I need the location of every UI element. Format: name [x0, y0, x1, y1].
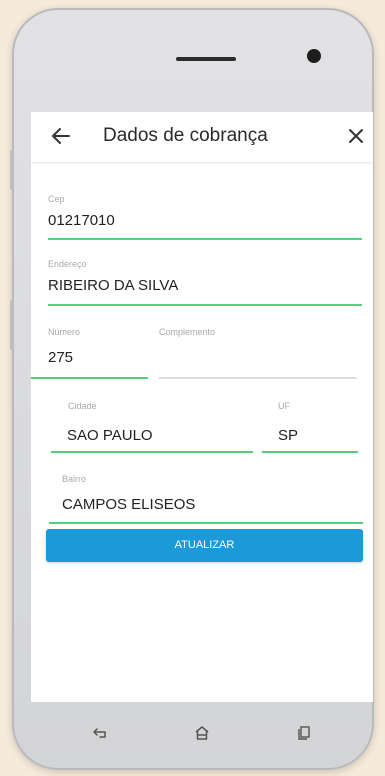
- app-bar: Dados de cobrança: [31, 112, 373, 163]
- bairro-field[interactable]: Bairro CAMPOS ELISEOS: [49, 474, 363, 524]
- phone-speaker: [176, 57, 236, 61]
- endereco-underline: [48, 304, 362, 306]
- arrow-left-icon[interactable]: [50, 125, 72, 147]
- bairro-underline: [49, 522, 363, 524]
- endereco-field[interactable]: Endereço RIBEIRO DA SILVA: [48, 259, 362, 306]
- cidade-label: Cidade: [68, 401, 97, 411]
- numero-label: Número: [48, 327, 81, 337]
- cidade-field[interactable]: Cidade SAO PAULO: [51, 401, 253, 453]
- side-button-upper: [10, 150, 13, 190]
- cidade-underline: [51, 451, 253, 453]
- side-button-lower: [10, 300, 13, 350]
- cep-label: Cep: [48, 194, 65, 204]
- app-screen: Dados de cobrança Cep 01217010 Endereço …: [31, 112, 373, 702]
- numero-field[interactable]: Número 275: [31, 327, 148, 379]
- bairro-label: Bairro: [62, 474, 87, 484]
- cep-underline: [48, 238, 362, 240]
- update-button[interactable]: ATUALIZAR: [46, 529, 363, 562]
- page-title: Dados de cobrança: [103, 125, 268, 146]
- endereco-label: Endereço: [48, 259, 87, 269]
- uf-field[interactable]: UF SP: [262, 401, 358, 453]
- android-nav-bar: [31, 702, 373, 762]
- uf-label: UF: [278, 401, 290, 411]
- numero-underline: [31, 377, 148, 379]
- numero-value: 275: [48, 349, 74, 366]
- close-icon[interactable]: [345, 125, 367, 147]
- cidade-value: SAO PAULO: [67, 427, 153, 444]
- nav-recents-icon[interactable]: [295, 724, 313, 742]
- complemento-field[interactable]: Complemento: [159, 327, 357, 379]
- uf-underline: [262, 451, 358, 453]
- nav-home-icon[interactable]: [193, 724, 211, 742]
- phone-camera: [307, 49, 321, 63]
- endereco-value: RIBEIRO DA SILVA: [48, 277, 179, 294]
- uf-value: SP: [278, 427, 299, 444]
- complemento-label: Complemento: [159, 327, 216, 337]
- cep-field[interactable]: Cep 01217010: [48, 194, 362, 240]
- cep-value: 01217010: [48, 212, 115, 229]
- nav-back-icon[interactable]: [91, 724, 109, 742]
- complemento-underline: [159, 377, 357, 379]
- bairro-value: CAMPOS ELISEOS: [62, 496, 196, 513]
